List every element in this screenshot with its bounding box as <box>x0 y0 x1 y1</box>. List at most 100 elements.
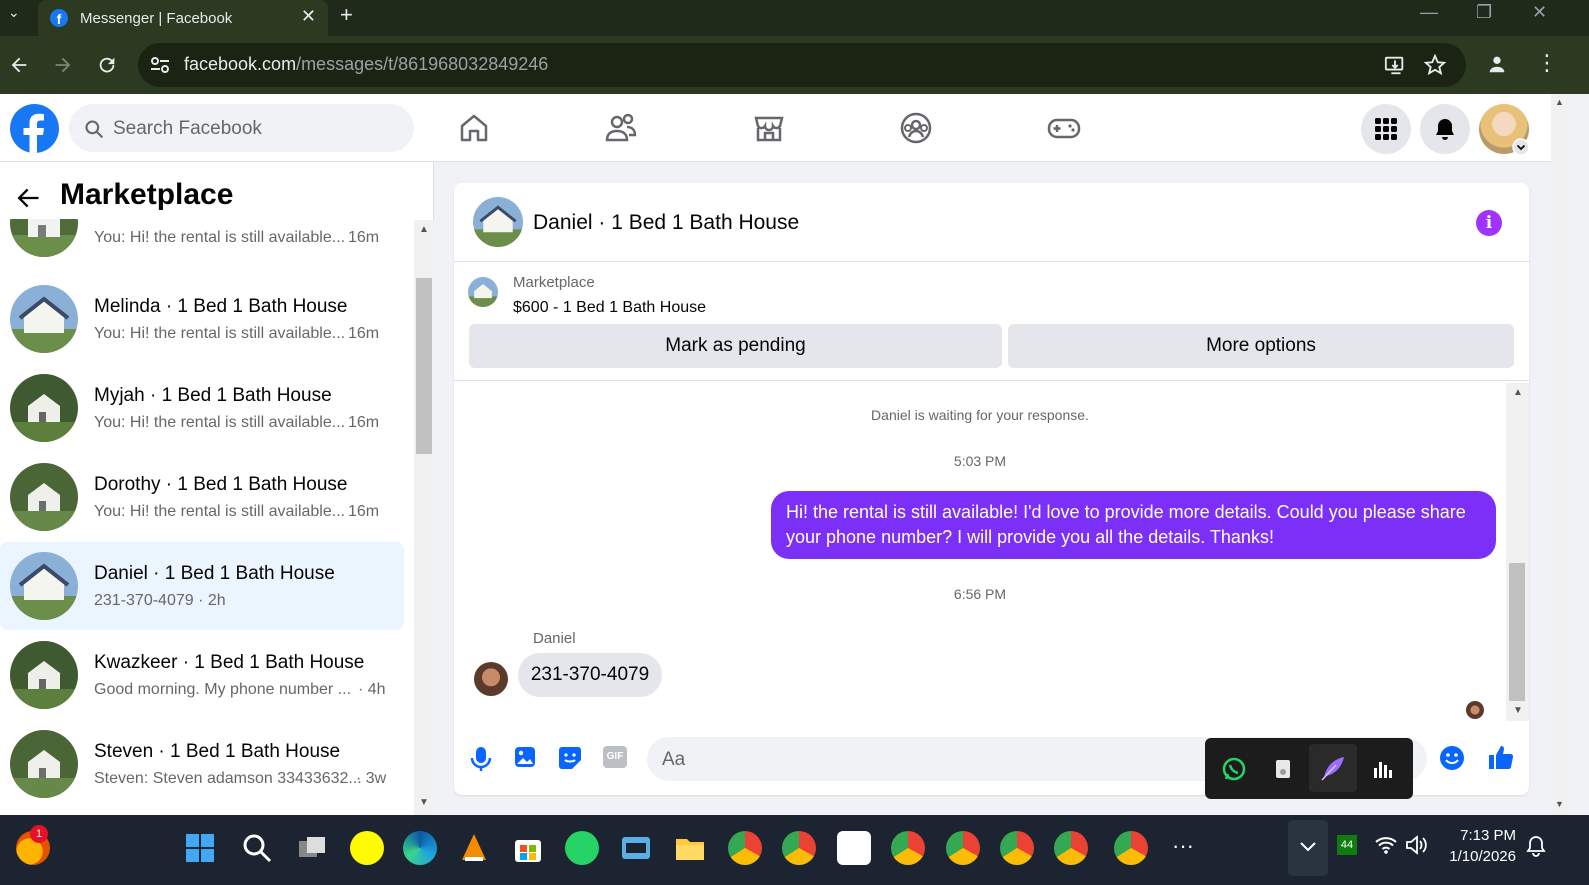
scroll-down-icon[interactable]: ▼ <box>419 797 429 808</box>
page-scrollbar[interactable]: ▲ ▼ <box>1551 94 1568 815</box>
file-explorer-icon[interactable] <box>673 831 707 865</box>
whatsapp-icon[interactable] <box>1217 752 1251 786</box>
emoji-icon[interactable] <box>1439 745 1465 771</box>
more-options-button[interactable]: More options <box>1008 324 1514 368</box>
chevron-down-icon <box>1300 842 1316 852</box>
scroll-down-icon[interactable]: ▼ <box>1513 705 1523 716</box>
chrome-icon[interactable] <box>946 831 980 865</box>
chrome-icon[interactable] <box>1054 831 1088 865</box>
groups-icon[interactable] <box>898 110 934 146</box>
bookmark-star-icon[interactable] <box>1424 54 1446 76</box>
home-icon[interactable] <box>456 110 492 146</box>
scroll-down-icon[interactable]: ▼ <box>1555 799 1564 809</box>
conversation-name: Myjah · 1 Bed 1 Bath House <box>94 385 332 406</box>
mark-as-pending-button[interactable]: Mark as pending <box>469 324 1002 368</box>
marketplace-listing-card: Marketplace $600 - 1 Bed 1 Bath House Ma… <box>454 263 1529 381</box>
facebook-logo[interactable] <box>10 104 59 153</box>
profile-icon[interactable] <box>1486 53 1508 75</box>
whatsapp-taskbar-icon[interactable] <box>565 831 599 865</box>
tray-badge[interactable]: 44 <box>1337 835 1357 855</box>
snapchat-icon[interactable] <box>350 831 384 865</box>
conversation-item[interactable]: Myjah · 1 Bed 1 Bath House You: Hi! the … <box>0 364 404 452</box>
url-text: facebook.com/messages/t/861968032849246 <box>184 54 549 74</box>
taskbar-search-icon[interactable] <box>240 831 274 865</box>
close-window-icon[interactable]: ✕ <box>1532 2 1547 23</box>
keyboard-app-icon[interactable] <box>619 831 653 865</box>
task-view-icon[interactable] <box>295 831 329 865</box>
sticker-icon[interactable] <box>558 746 582 770</box>
site-settings-icon[interactable] <box>150 56 170 74</box>
chrome-icon[interactable] <box>728 831 762 865</box>
chat-scroll-thumb[interactable] <box>1509 563 1525 701</box>
maximize-icon[interactable]: ❐ <box>1476 2 1492 23</box>
wifi-icon[interactable] <box>1375 835 1397 855</box>
scroll-up-icon[interactable]: ▲ <box>1513 387 1523 398</box>
app-icon[interactable] <box>837 831 871 865</box>
notification-bell-icon[interactable] <box>1526 835 1546 857</box>
like-thumb-icon[interactable] <box>1487 743 1515 771</box>
conversation-item-active[interactable]: Daniel · 1 Bed 1 Bath House 231-370-4079… <box>0 542 404 630</box>
notifications-button[interactable] <box>1420 104 1470 154</box>
outgoing-message[interactable]: Hi! the rental is still available! I'd l… <box>771 491 1496 559</box>
scroll-up-icon[interactable]: ▲ <box>1555 97 1564 107</box>
marketplace-icon[interactable] <box>751 110 787 146</box>
tab-search-icon[interactable]: ⌄ <box>8 4 20 21</box>
chevron-down-icon[interactable] <box>1512 138 1530 156</box>
facebook-search-input[interactable]: Search Facebook <box>69 104 414 152</box>
incoming-message[interactable]: 231-370-4079 <box>518 653 662 697</box>
marketplace-label: Marketplace <box>513 274 595 291</box>
sidebar-scrollbar[interactable]: ▲ ▼ <box>414 220 434 815</box>
chrome-icon[interactable] <box>1114 831 1148 865</box>
photo-icon[interactable] <box>514 746 536 768</box>
conversation-item[interactable]: Dorothy · 1 Bed 1 Bath House You: Hi! th… <box>0 453 404 541</box>
new-tab-icon[interactable]: + <box>340 2 353 28</box>
active-extension-slot[interactable] <box>1309 744 1357 792</box>
listing-thumbnail[interactable] <box>468 277 498 307</box>
show-hidden-icons-button[interactable] <box>1288 820 1328 876</box>
browser-tab[interactable]: f Messenger | Facebook ✕ <box>38 0 328 36</box>
install-app-icon[interactable] <box>1384 54 1406 76</box>
chrome-icon[interactable] <box>782 831 816 865</box>
close-tab-icon[interactable]: ✕ <box>301 6 316 27</box>
edge-browser-icon[interactable] <box>403 831 437 865</box>
extension-doc-icon[interactable] <box>1266 752 1300 786</box>
friends-icon[interactable] <box>603 110 639 146</box>
facebook-header: Search Facebook <box>0 94 1551 162</box>
more-apps-icon[interactable]: ··· <box>1172 833 1194 859</box>
back-icon[interactable] <box>8 54 30 76</box>
conversation-item[interactable]: Melinda · 1 Bed 1 Bath House You: Hi! th… <box>0 275 404 363</box>
gif-icon[interactable]: GIF <box>603 746 627 768</box>
conversation-name: Kwazkeer · 1 Bed 1 Bath House <box>94 652 365 673</box>
minimize-icon[interactable]: — <box>1420 2 1438 23</box>
chat-scrollbar[interactable]: ▲ ▼ <box>1506 383 1529 721</box>
forward-icon[interactable] <box>52 54 74 76</box>
conversation-name: Daniel · 1 Bed 1 Bath House <box>94 563 335 584</box>
chrome-icon[interactable] <box>1000 831 1034 865</box>
back-arrow-icon[interactable] <box>14 184 42 212</box>
scroll-up-icon[interactable]: ▲ <box>419 224 429 235</box>
listing-title[interactable]: $600 - 1 Bed 1 Bath House <box>513 299 706 317</box>
bar-chart-icon[interactable] <box>1366 752 1400 786</box>
system-clock[interactable]: 7:13 PM 1/10/2026 <box>1440 825 1516 867</box>
sender-avatar[interactable] <box>474 662 508 696</box>
volume-icon[interactable] <box>1405 835 1429 855</box>
chat-title[interactable]: Daniel · 1 Bed 1 Bath House <box>533 211 799 235</box>
reload-icon[interactable] <box>96 54 118 76</box>
microsoft-store-icon[interactable] <box>511 831 545 865</box>
tab-title: Messenger | Facebook <box>80 10 233 27</box>
info-icon[interactable]: i <box>1476 210 1502 236</box>
gaming-icon[interactable] <box>1046 110 1082 146</box>
address-bar[interactable]: facebook.com/messages/t/861968032849246 <box>138 43 1466 87</box>
sidebar-title: Marketplace <box>60 178 234 211</box>
conversation-item[interactable]: Steven · 1 Bed 1 Bath House Steven: Stev… <box>0 720 404 808</box>
conversation-preview: You: Hi! the rental is still available..… <box>94 503 346 520</box>
windows-start-icon[interactable] <box>183 831 217 865</box>
vlc-icon[interactable] <box>457 831 491 865</box>
menu-grid-button[interactable] <box>1361 104 1411 154</box>
conversation-item[interactable]: Kwazkeer · 1 Bed 1 Bath House Good morni… <box>0 631 404 719</box>
sidebar-scroll-thumb[interactable] <box>416 278 432 454</box>
chrome-icon[interactable] <box>891 831 925 865</box>
microphone-icon[interactable] <box>470 746 492 772</box>
browser-menu-icon[interactable]: ⋮ <box>1536 50 1558 76</box>
chat-house-thumbnail[interactable] <box>473 197 523 247</box>
